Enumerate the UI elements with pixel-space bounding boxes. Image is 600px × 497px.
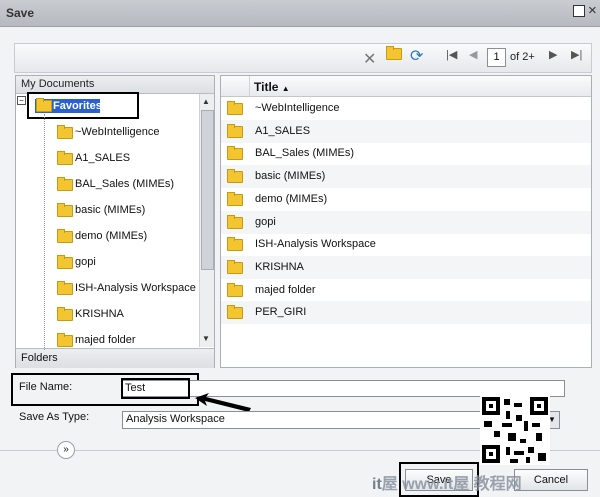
scroll-thumb[interactable] — [201, 110, 214, 270]
save-as-type-label: Save As Type: — [19, 411, 90, 423]
page-number-input[interactable]: 1 — [487, 48, 506, 67]
folder-icon — [57, 203, 73, 217]
file-row[interactable]: gopi — [221, 211, 591, 234]
folder-icon — [227, 192, 243, 206]
sort-ascending-icon: ▲ — [281, 84, 290, 93]
title-column-header[interactable]: Title ▲ — [254, 80, 290, 94]
qr-code-icon — [480, 395, 550, 465]
next-page-icon[interactable]: ▶ — [549, 48, 557, 61]
file-row[interactable]: basic (MIMEs) — [221, 165, 591, 188]
scroll-down-icon[interactable]: ▼ — [202, 334, 210, 343]
folder-icon — [227, 237, 243, 251]
file-row[interactable]: majed folder — [221, 279, 591, 302]
folder-icon — [57, 281, 73, 295]
file-row[interactable]: PER_GIRI — [221, 301, 591, 324]
previous-page-icon[interactable]: ◀ — [469, 48, 477, 61]
folder-icon — [227, 124, 243, 138]
watermark: it屋 www.it屋 教程网 — [372, 476, 522, 493]
folder-icon — [57, 229, 73, 243]
file-row[interactable]: demo (MIMEs) — [221, 188, 591, 211]
tree-scrollbar[interactable]: ▲ ▼ — [199, 94, 214, 347]
file-list-header: Title ▲ — [221, 76, 591, 97]
tree-connector — [44, 114, 45, 350]
file-name-label: File Name: — [19, 381, 73, 393]
folder-icon — [227, 305, 243, 319]
folder-icon — [57, 177, 73, 191]
maximize-icon[interactable] — [573, 5, 585, 17]
folder-icon — [57, 307, 73, 321]
more-options-button[interactable]: » — [57, 441, 75, 459]
folder-icon — [57, 333, 73, 347]
folder-icon — [57, 151, 73, 165]
folder-icon — [57, 255, 73, 269]
folders-footer[interactable]: Folders — [16, 348, 214, 368]
page-count: of 2+ — [510, 51, 535, 63]
delete-icon[interactable]: ✕ — [363, 49, 376, 69]
file-row[interactable]: ISH-Analysis Workspace — [221, 233, 591, 256]
folder-icon — [227, 215, 243, 229]
folder-icon — [227, 101, 243, 115]
new-folder-icon[interactable] — [386, 46, 402, 63]
window-title: Save — [6, 6, 35, 20]
refresh-icon[interactable]: ⟳ — [410, 46, 423, 66]
folder-icon — [227, 146, 243, 160]
close-icon[interactable]: × — [588, 2, 597, 20]
file-row[interactable]: KRISHNA — [221, 256, 591, 279]
collapse-icon[interactable]: − — [17, 96, 26, 105]
file-name-highlight — [121, 378, 190, 399]
file-row[interactable]: BAL_Sales (MIMEs) — [221, 142, 591, 165]
cancel-button[interactable]: Cancel — [514, 469, 588, 491]
file-row[interactable]: A1_SALES — [221, 120, 591, 143]
folder-icon — [227, 260, 243, 274]
last-page-icon[interactable]: ▶| — [571, 48, 582, 61]
icon-column-header — [221, 76, 250, 96]
folder-icon — [57, 125, 73, 139]
folder-icon — [227, 283, 243, 297]
folder-icon — [227, 169, 243, 183]
scroll-up-icon[interactable]: ▲ — [202, 97, 210, 106]
first-page-icon[interactable]: |◀ — [446, 48, 457, 61]
title-bar: Save × — [0, 0, 600, 27]
file-row[interactable]: ~WebIntelligence — [221, 97, 591, 120]
file-list-panel: Title ▲ ~WebIntelligence A1_SALES BAL_Sa… — [220, 75, 592, 368]
